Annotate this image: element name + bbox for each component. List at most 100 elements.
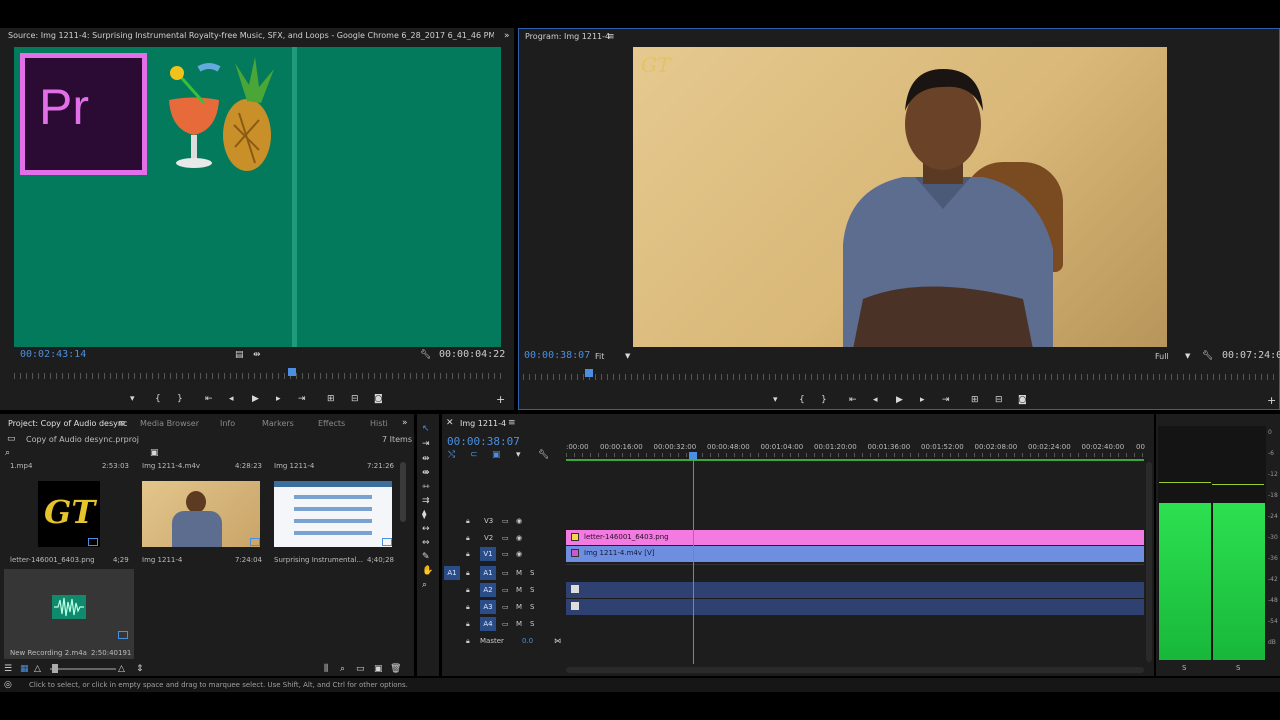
- solo-button[interactable]: S: [530, 603, 534, 611]
- fit-dropdown-chevron-icon[interactable]: ▼: [625, 351, 630, 361]
- project-item-letter-png[interactable]: GT letter-146001_6403.png 4;29: [8, 476, 132, 566]
- program-export-frame-icon[interactable]: ◙: [1018, 395, 1027, 405]
- tab-media-browser[interactable]: Media Browser: [140, 419, 199, 428]
- zoom-tool-icon[interactable]: ⌕: [422, 580, 427, 590]
- track-lock-icon[interactable]: 🔒︎: [466, 517, 470, 526]
- timeline-settings-wrench-icon[interactable]: 🔧︎: [538, 450, 549, 460]
- new-bin-icon[interactable]: ▭: [356, 664, 365, 674]
- program-time-ruler[interactable]: [523, 374, 1277, 380]
- insert-icon[interactable]: ⊞: [327, 394, 335, 404]
- export-frame-icon[interactable]: ◙: [374, 394, 383, 404]
- source-playhead[interactable]: [287, 368, 296, 376]
- sort-icons-icon[interactable]: ⇕: [136, 664, 144, 674]
- project-item-surprising-instrumental[interactable]: Surprising Instrumental... 4;40;28: [272, 476, 396, 566]
- project-item-new-recording[interactable]: New Recording 2.m4a 2:50:40191: [4, 569, 134, 659]
- sync-lock-icon[interactable]: ▭: [502, 534, 509, 542]
- track-visibility-eye-icon[interactable]: ◉: [516, 517, 522, 525]
- lift-icon[interactable]: ⊞: [971, 395, 979, 405]
- sync-lock-icon[interactable]: ▭: [502, 620, 509, 628]
- source-video-frame[interactable]: Pr: [14, 47, 501, 347]
- overwrite-icon[interactable]: ⊟: [351, 394, 359, 404]
- audio-clip-a3[interactable]: [566, 599, 1144, 615]
- track-lock-icon[interactable]: 🔒︎: [466, 637, 470, 646]
- track-lock-icon[interactable]: 🔒︎: [466, 620, 470, 629]
- mute-button[interactable]: M: [516, 620, 522, 628]
- go-to-out-icon[interactable]: ⇥: [298, 394, 306, 404]
- add-marker-timeline-icon[interactable]: ▾: [516, 450, 521, 460]
- program-play-icon[interactable]: ▶: [896, 395, 903, 405]
- tabs-overflow-icon[interactable]: »: [402, 418, 408, 428]
- track-lock-icon[interactable]: 🔒︎: [466, 603, 470, 612]
- zoom-slider-handle[interactable]: [52, 664, 58, 673]
- master-end-icon[interactable]: ⋈: [554, 637, 561, 645]
- tab-history[interactable]: Histi: [370, 419, 388, 428]
- extract-icon[interactable]: ⊟: [995, 395, 1003, 405]
- sync-lock-icon[interactable]: ▭: [502, 569, 509, 577]
- track-visibility-eye-icon[interactable]: ◉: [516, 534, 522, 542]
- icon-view-icon[interactable]: ▦: [20, 664, 29, 674]
- program-menu-icon[interactable]: ≡: [607, 32, 615, 42]
- source-time-ruler[interactable]: [14, 373, 501, 379]
- mark-in-icon[interactable]: {: [155, 394, 161, 404]
- solo-button[interactable]: S: [530, 569, 534, 577]
- slip-tool-icon[interactable]: ↔: [422, 524, 430, 534]
- new-bin-folder-icon[interactable]: ▣: [150, 448, 159, 458]
- sync-lock-icon[interactable]: ▭: [502, 517, 509, 525]
- program-fit-select[interactable]: Fit: [595, 352, 604, 361]
- play-icon[interactable]: ▶: [252, 394, 259, 404]
- work-area-bar[interactable]: [566, 459, 1144, 461]
- slide-tool-icon[interactable]: ⇔: [422, 538, 430, 548]
- source-patch-a1[interactable]: A1: [444, 566, 460, 580]
- tab-effects[interactable]: Effects: [318, 419, 345, 428]
- zoom-large-icon[interactable]: △: [118, 664, 125, 674]
- rolling-edit-tool-icon[interactable]: ⇼: [422, 468, 430, 478]
- track-select-tool-icon[interactable]: ⇥: [422, 439, 430, 449]
- clip-img-m4v-video[interactable]: Img 1211-4.m4v [V]: [566, 546, 1144, 562]
- pen-tool-icon[interactable]: ✎: [422, 552, 430, 562]
- step-back-icon[interactable]: ◂: [229, 394, 234, 404]
- track-target-a2[interactable]: A2: [480, 583, 496, 597]
- mark-out-icon[interactable]: }: [177, 394, 183, 404]
- new-item-icon[interactable]: ▣: [374, 664, 383, 674]
- tab-markers[interactable]: Markers: [262, 419, 294, 428]
- timeline-ruler-ticks[interactable]: [566, 453, 1144, 457]
- solo-button[interactable]: S: [530, 586, 534, 594]
- program-button-editor-plus-icon[interactable]: +: [1267, 395, 1276, 406]
- sequence-menu-icon[interactable]: ≡: [508, 418, 516, 428]
- linked-selection-icon[interactable]: ▣: [492, 450, 501, 460]
- program-step-back-icon[interactable]: ◂: [873, 395, 878, 405]
- timeline-horizontal-scrollbar[interactable]: [566, 667, 1144, 673]
- source-monitor-title[interactable]: Source: Img 1211-4: Surprising Instrumen…: [8, 31, 494, 40]
- drag-video-icon[interactable]: ▤: [235, 350, 244, 360]
- timeline-timecode[interactable]: 00:00:38:07: [447, 435, 520, 448]
- hand-tool-icon[interactable]: ✋: [422, 566, 433, 576]
- sync-lock-icon[interactable]: ▭: [502, 603, 509, 611]
- button-editor-plus-icon[interactable]: +: [496, 394, 505, 405]
- program-step-forward-icon[interactable]: ▸: [920, 395, 925, 405]
- sequence-tab[interactable]: Img 1211-4: [460, 419, 506, 428]
- drag-audio-icon[interactable]: ⇹: [253, 350, 261, 360]
- settings-wrench-icon[interactable]: 🔧︎: [420, 350, 431, 360]
- tab-info[interactable]: Info: [220, 419, 235, 428]
- freeform-view-icon[interactable]: △: [34, 664, 41, 674]
- program-timecode[interactable]: 00:00:38:07: [524, 350, 590, 361]
- audio-clip-a2[interactable]: [566, 582, 1144, 598]
- timeline-close-icon[interactable]: ✕: [446, 418, 454, 428]
- track-visibility-eye-icon[interactable]: ◉: [516, 550, 522, 558]
- resolution-dropdown-chevron-icon[interactable]: ▼: [1185, 351, 1190, 361]
- source-timecode[interactable]: 00:02:43:14: [20, 349, 86, 360]
- razor-tool-icon[interactable]: ⧫: [422, 510, 426, 520]
- panel-expand-icon[interactable]: »: [504, 31, 510, 41]
- tab-project[interactable]: Project: Copy of Audio desync: [8, 419, 127, 428]
- sync-lock-icon[interactable]: ▭: [502, 550, 509, 558]
- track-target-a1[interactable]: A1: [480, 566, 496, 580]
- snap-icon[interactable]: ⊂: [470, 450, 478, 460]
- program-go-to-out-icon[interactable]: ⇥: [942, 395, 950, 405]
- search-icon[interactable]: ⌕: [5, 448, 10, 458]
- master-volume-value[interactable]: 0.0: [522, 637, 533, 645]
- clip-letter-png[interactable]: letter-146001_6403.png: [566, 530, 1144, 545]
- mute-button[interactable]: M: [516, 603, 522, 611]
- find-icon[interactable]: ⌕: [340, 664, 345, 674]
- program-monitor-title[interactable]: Program: Img 1211-4: [525, 32, 610, 41]
- selection-tool-icon[interactable]: ↖: [422, 424, 430, 434]
